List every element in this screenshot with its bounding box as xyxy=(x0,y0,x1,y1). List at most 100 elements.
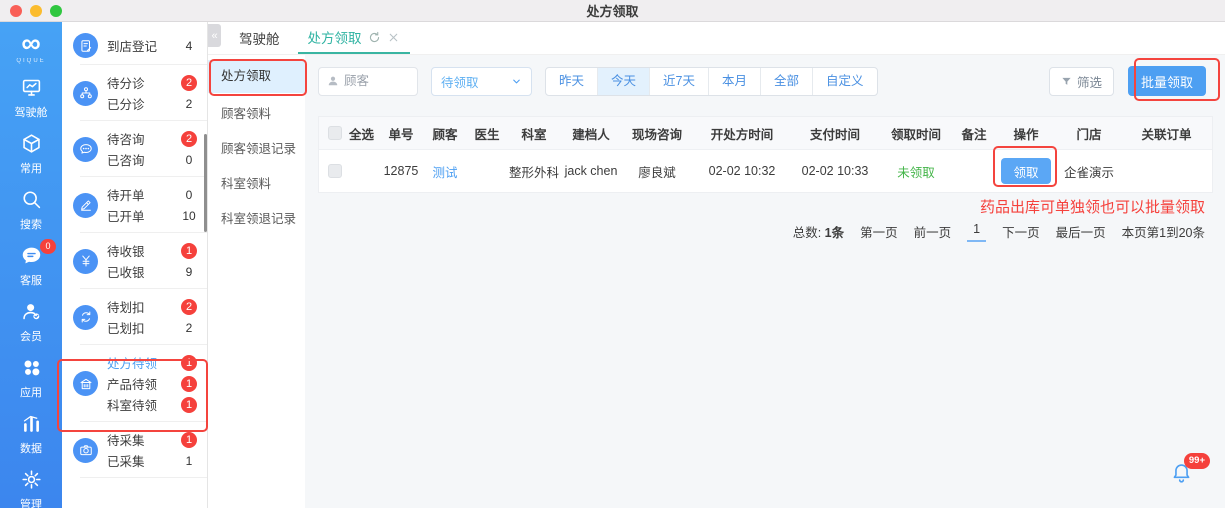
pickup-status-select[interactable]: 待领取 xyxy=(431,66,532,96)
workflow-label: 已咨询 xyxy=(107,154,145,168)
rail-label: 客服 xyxy=(20,275,42,287)
row-checkbox[interactable] xyxy=(328,164,342,178)
workflow-row-pending-capture[interactable]: 待采集 1 xyxy=(107,429,197,450)
rail-label: 管理 xyxy=(20,499,42,508)
apps-icon xyxy=(21,357,42,381)
notification-bell[interactable]: 99+ xyxy=(1170,453,1210,490)
col-header-remark: 备注 xyxy=(961,127,987,142)
dashboard-monitor-icon xyxy=(21,77,42,101)
workflow-group-cashier: 待收银 1 已收银 9 xyxy=(62,233,207,289)
workflow-group-deduct: 待划扣 2 已划扣 2 xyxy=(62,289,207,345)
cell-pay-time: 02-02 10:33 xyxy=(801,164,869,178)
tab-label: 驾驶舱 xyxy=(239,32,280,47)
minimize-window-button[interactable] xyxy=(30,5,42,17)
table-row: 12875 测试 整形外科 jack chen 廖良斌 02-02 10:32 … xyxy=(319,150,1212,192)
workflow-row-pending-triage[interactable]: 待分诊 2 xyxy=(107,72,197,93)
tab-rx-pickup[interactable]: 处方领取 xyxy=(297,22,410,54)
pagination-current-page[interactable]: 1 xyxy=(967,222,987,242)
col-header-customer: 顾客 xyxy=(432,127,458,142)
tab-dashboard[interactable]: 驾驶舱 xyxy=(235,22,284,54)
workflow-alert-badge: 1 xyxy=(181,431,197,448)
workflow-row-done-triage[interactable]: 已分诊 2 xyxy=(107,93,197,114)
collapse-sidebar-button[interactable]: « xyxy=(208,24,221,47)
select-all-label: 全选 xyxy=(349,127,375,142)
workflow-group-register: 到店登记 4 xyxy=(62,26,207,65)
rail-item-apps[interactable]: 应用 xyxy=(20,357,42,400)
pickup-row-button[interactable]: 领取 xyxy=(1001,158,1051,184)
col-header-store: 门店 xyxy=(1076,127,1102,142)
workflow-count: 4 xyxy=(185,38,193,53)
date-btn-today[interactable]: 今天 xyxy=(597,67,650,95)
date-btn-month[interactable]: 本月 xyxy=(707,67,760,95)
rail-label: 搜索 xyxy=(20,219,42,231)
total-label: 总数: xyxy=(792,226,822,240)
workflow-label: 待分诊 xyxy=(107,77,145,91)
rail-item-common[interactable]: 常用 xyxy=(20,133,42,176)
workflow-label: 已开单 xyxy=(107,210,145,224)
chevron-down-icon xyxy=(513,79,520,83)
workflow-row-dept-pickup[interactable]: 科室待领 1 xyxy=(107,394,197,415)
workflow-row-pending-deduct[interactable]: 待划扣 2 xyxy=(107,296,197,317)
rail-item-data[interactable]: 数据 xyxy=(20,413,42,456)
col-header-related-order: 关联订单 xyxy=(1141,127,1192,142)
pagination-next[interactable]: 下一页 xyxy=(1002,222,1040,241)
rail-item-support[interactable]: 0 客服 xyxy=(20,239,56,288)
select-all-checkbox[interactable] xyxy=(328,126,342,140)
date-btn-yesterday[interactable]: 昨天 xyxy=(546,68,597,95)
close-window-button[interactable] xyxy=(10,5,22,17)
workflow-label: 待收银 xyxy=(107,245,145,259)
zoom-window-button[interactable] xyxy=(50,5,62,17)
workflow-label: 待开单 xyxy=(107,189,145,203)
rail-item-admin[interactable]: 管理 xyxy=(20,469,42,508)
submenu-item-customer-material[interactable]: 顾客领料 xyxy=(208,101,305,128)
workflow-alert-badge: 2 xyxy=(181,298,197,315)
workflow-row-done-cashier[interactable]: 已收银 9 xyxy=(107,261,197,282)
workflow-label: 处方待领 xyxy=(107,357,158,371)
rail-item-members[interactable]: 会员 xyxy=(20,301,42,344)
traffic-lights xyxy=(10,5,62,17)
submenu-item-dept-return-log[interactable]: 科室领退记录 xyxy=(208,206,305,233)
rx-pickup-table: 全选 单号 顾客 医生 科室 建档人 现场咨询 开处方时间 支付时间 领取时间 … xyxy=(318,116,1213,193)
pagination-first[interactable]: 第一页 xyxy=(860,222,898,241)
workflow-row-product-pickup[interactable]: 产品待领 1 xyxy=(107,373,197,394)
date-btn-7days[interactable]: 近7天 xyxy=(649,67,708,95)
workflow-row-pending-order[interactable]: 待开单 0 xyxy=(107,184,197,205)
workflow-row-arrival[interactable]: 到店登记 4 xyxy=(107,35,197,56)
workflow-row-done-order[interactable]: 已开单 10 xyxy=(107,205,197,226)
workflow-row-pending-consult[interactable]: 待咨询 2 xyxy=(107,128,197,149)
submenu-item-customer-return-log[interactable]: 顾客领退记录 xyxy=(208,136,305,163)
col-header-prescribe-time: 开处方时间 xyxy=(710,127,774,142)
date-btn-custom[interactable]: 自定义 xyxy=(812,67,877,95)
workflow-row-done-capture[interactable]: 已采集 1 xyxy=(107,450,197,471)
workflow-row-rx-pickup[interactable]: 处方待领 1 xyxy=(107,352,197,373)
workflow-row-done-consult[interactable]: 已咨询 0 xyxy=(107,149,197,170)
workflow-row-done-deduct[interactable]: 已划扣 2 xyxy=(107,317,197,338)
pagination-prev[interactable]: 前一页 xyxy=(914,222,952,241)
filter-bar: 待领取 昨天 今天 近7天 本月 全部 自定义 筛选 xyxy=(318,66,1213,96)
rail-label: 常用 xyxy=(20,163,42,175)
customer-search-field[interactable] xyxy=(318,66,418,96)
workflow-alert-badge: 1 xyxy=(181,396,197,413)
workflow-row-pending-cashier[interactable]: 待收银 1 xyxy=(107,240,197,261)
batch-pickup-button[interactable]: 批量领取 xyxy=(1127,66,1206,96)
pagination-bar: 总数: 1条 第一页 前一页 1 下一页 最后一页 本页第1到20条 xyxy=(318,222,1213,242)
filter-button[interactable]: 筛选 xyxy=(1048,66,1114,96)
workflow-count: 9 xyxy=(185,264,193,279)
submenu-item-rx-pickup[interactable]: 处方领取 xyxy=(208,60,305,93)
rail-item-search[interactable]: 搜索 xyxy=(20,189,42,232)
workflow-count: 2 xyxy=(185,320,193,335)
date-btn-all[interactable]: 全部 xyxy=(760,67,812,95)
rail-item-dashboard[interactable]: 驾驶舱 xyxy=(15,77,48,120)
submenu-item-dept-material[interactable]: 科室领料 xyxy=(208,171,305,198)
workflow-alert-badge: 2 xyxy=(181,130,197,147)
customer-link[interactable]: 测试 xyxy=(432,166,457,180)
pagination-last[interactable]: 最后一页 xyxy=(1056,222,1106,241)
customer-search-input[interactable] xyxy=(344,74,412,88)
cell-department: 整形外科 xyxy=(508,165,559,180)
sidebar-scrollbar[interactable] xyxy=(204,134,207,232)
close-tab-icon[interactable] xyxy=(387,31,400,44)
register-doc-icon xyxy=(73,33,98,58)
brand-name: QIQUE xyxy=(16,58,46,64)
tab-bar: « 驾驶舱 处方领取 xyxy=(208,22,1225,55)
refresh-tab-icon[interactable] xyxy=(368,31,381,44)
